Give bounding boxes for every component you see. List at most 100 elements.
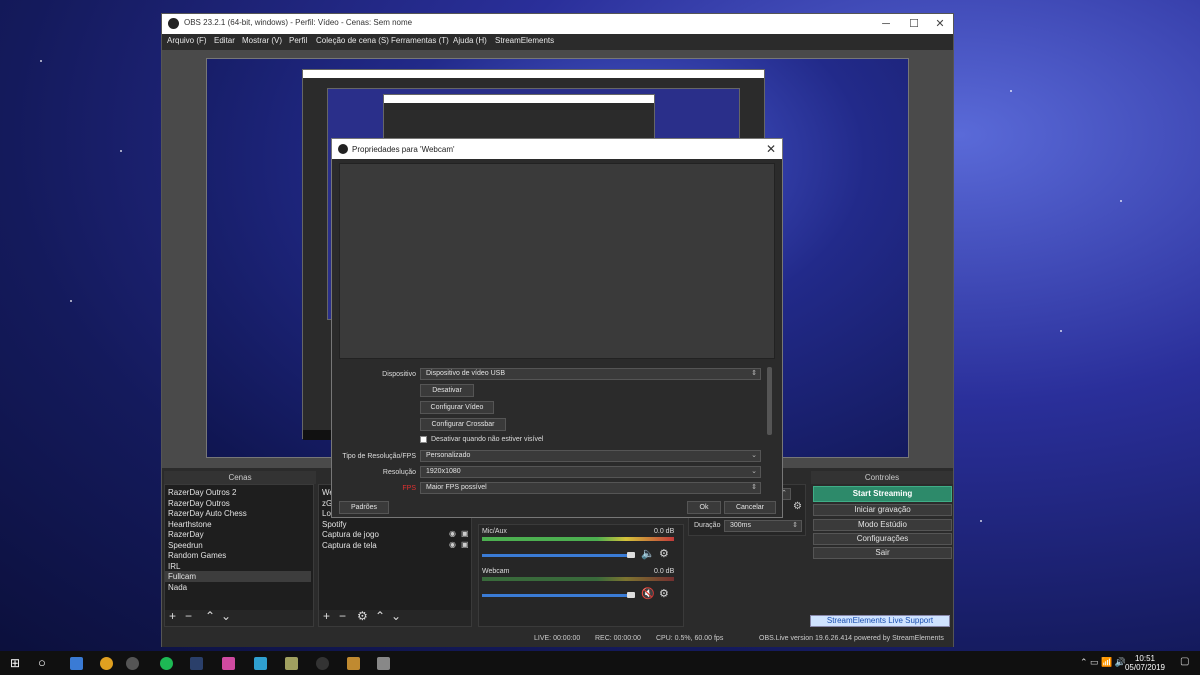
channel-name: Mic/Aux <box>482 528 507 535</box>
cancel-button[interactable]: Cancelar <box>724 501 776 514</box>
properties-dialog: Propriedades para 'Webcam' ✕ Dispositivo… <box>331 138 783 518</box>
channel-name: Webcam <box>482 568 510 575</box>
app-icon[interactable] <box>222 657 235 670</box>
close-icon[interactable]: ✕ <box>766 142 776 156</box>
gear-icon[interactable]: ⚙ <box>659 547 669 560</box>
volume-knob[interactable] <box>627 592 635 598</box>
list-item[interactable]: Hearthstone <box>168 520 212 529</box>
scrollbar[interactable] <box>767 367 772 435</box>
close-icon[interactable]: ✕ <box>926 14 954 34</box>
deactivate-button[interactable]: Desativar <box>420 384 474 397</box>
menu-streamelements[interactable]: StreamElements <box>495 36 554 45</box>
chrome-icon[interactable] <box>100 657 113 670</box>
taskbar: ⊞ ○ ⌃ ▭ 📶 🔊 10:51 05/07/2019 ▢ <box>0 651 1200 675</box>
streamelements-support-button[interactable]: StreamElements Live Support <box>810 615 950 627</box>
ok-button[interactable]: Ok <box>687 501 721 514</box>
studio-mode-button[interactable]: Modo Estúdio <box>813 519 952 531</box>
list-item[interactable]: Captura de jogo <box>322 530 379 539</box>
list-item[interactable]: RazerDay Auto Chess <box>168 509 247 518</box>
up-icon[interactable]: ⌃ <box>375 609 385 623</box>
list-item[interactable]: Nada <box>168 583 187 592</box>
device-label: Dispositivo <box>382 371 416 378</box>
scenes-list: RazerDay Outros 2 RazerDay Outros RazerD… <box>165 485 313 610</box>
eye-icon[interactable]: ◉ <box>449 540 456 549</box>
list-item[interactable]: RazerDay <box>168 530 204 539</box>
start-streaming-button[interactable]: Start Streaming <box>813 486 952 502</box>
add-icon[interactable]: + <box>169 609 176 623</box>
volume-slider[interactable] <box>482 554 632 557</box>
list-item[interactable]: Captura de tela <box>322 541 377 550</box>
up-icon[interactable]: ⌃ <box>205 609 215 623</box>
app-icon[interactable] <box>254 657 267 670</box>
speaker-icon[interactable]: 🔈 <box>641 547 655 560</box>
menu-ferramentas[interactable]: Ferramentas (T) <box>391 36 449 45</box>
resfps-select[interactable]: Personalizado ⌄ <box>420 450 761 462</box>
list-item[interactable]: IRL <box>168 562 180 571</box>
menu-mostrar[interactable]: Mostrar (V) <box>242 36 282 45</box>
lock-icon[interactable]: ▣ <box>461 540 469 549</box>
menu-ajuda[interactable]: Ajuda (H) <box>453 36 487 45</box>
duration-label: Duração <box>694 522 721 529</box>
webcam-preview <box>339 163 775 359</box>
duration-field[interactable]: 300ms ⇕ <box>724 520 802 532</box>
deactivate-hidden-checkbox[interactable] <box>420 436 427 443</box>
obs-taskbar-icon[interactable] <box>126 657 139 670</box>
menu-colecao[interactable]: Coleção de cena (S) <box>316 36 389 45</box>
title-bar: OBS 23.2.1 (64-bit, windows) - Perfil: V… <box>162 14 953 34</box>
steam-icon[interactable] <box>190 657 203 670</box>
down-icon[interactable]: ⌄ <box>391 609 401 623</box>
channel-db: 0.0 dB <box>654 528 675 535</box>
volume-knob[interactable] <box>627 552 635 558</box>
start-recording-button[interactable]: Iniciar gravação <box>813 504 952 516</box>
audio-meter <box>482 577 674 581</box>
gear-icon[interactable]: ⚙ <box>357 609 368 623</box>
gear-icon[interactable]: ⚙ <box>793 501 802 512</box>
configure-crossbar-button[interactable]: Configurar Crossbar <box>420 418 506 431</box>
app-icon[interactable] <box>347 657 360 670</box>
resolution-label: Resolução <box>382 469 416 476</box>
notification-icon[interactable]: ▢ <box>1180 656 1189 667</box>
remove-icon[interactable]: − <box>185 609 192 623</box>
fps-select[interactable]: Maior FPS possível ⇕ <box>420 482 761 494</box>
clock[interactable]: 10:51 05/07/2019 <box>1120 654 1170 672</box>
windows-start-icon[interactable]: ⊞ <box>10 656 20 670</box>
device-select[interactable]: Dispositivo de vídeo USB ⇕ <box>420 368 761 380</box>
down-icon[interactable]: ⌄ <box>221 609 231 623</box>
configure-video-button[interactable]: Configurar Vídeo <box>420 401 494 414</box>
rec-status: REC: 00:00:00 <box>595 635 641 642</box>
live-status: LIVE: 00:00:00 <box>534 635 581 642</box>
exit-button[interactable]: Sair <box>813 547 952 559</box>
spotify-icon[interactable] <box>160 657 173 670</box>
menu-editar[interactable]: Editar <box>214 36 235 45</box>
list-item-selected[interactable]: Fullcam <box>165 571 311 582</box>
volume-slider[interactable] <box>482 594 632 597</box>
add-icon[interactable]: + <box>323 609 330 623</box>
gear-icon[interactable]: ⚙ <box>659 587 669 600</box>
date-text: 05/07/2019 <box>1124 663 1166 672</box>
list-item[interactable]: Spotify <box>322 520 346 529</box>
dialog-title-bar: Propriedades para 'Webcam' ✕ <box>332 139 782 159</box>
list-item[interactable]: RazerDay Outros <box>168 499 230 508</box>
minimize-icon[interactable]: ─ <box>872 14 900 34</box>
maximize-icon[interactable]: ☐ <box>900 14 928 34</box>
list-item[interactable]: RazerDay Outros 2 <box>168 488 236 497</box>
muted-speaker-icon[interactable]: 🔇 <box>641 587 655 600</box>
app-icon[interactable] <box>285 657 298 670</box>
menu-arquivo[interactable]: Arquivo (F) <box>167 36 207 45</box>
obs-logo-icon <box>168 18 179 29</box>
list-item[interactable]: Random Games <box>168 551 226 560</box>
remove-icon[interactable]: − <box>339 609 346 623</box>
settings-button[interactable]: Configurações <box>813 533 952 545</box>
defaults-button[interactable]: Padrões <box>339 501 389 514</box>
explorer-icon[interactable] <box>70 657 83 670</box>
menu-perfil[interactable]: Perfil <box>289 36 307 45</box>
eye-icon[interactable]: ◉ <box>449 529 456 538</box>
search-icon[interactable]: ○ <box>38 655 46 670</box>
controls-dock-title: Controles <box>811 471 953 484</box>
app-icon[interactable] <box>316 657 329 670</box>
lock-icon[interactable]: ▣ <box>461 529 469 538</box>
list-item[interactable]: Speedrun <box>168 541 203 550</box>
app-icon[interactable] <box>377 657 390 670</box>
dialog-title: Propriedades para 'Webcam' <box>352 145 455 154</box>
resolution-select[interactable]: 1920x1080 ⌄ <box>420 466 761 478</box>
